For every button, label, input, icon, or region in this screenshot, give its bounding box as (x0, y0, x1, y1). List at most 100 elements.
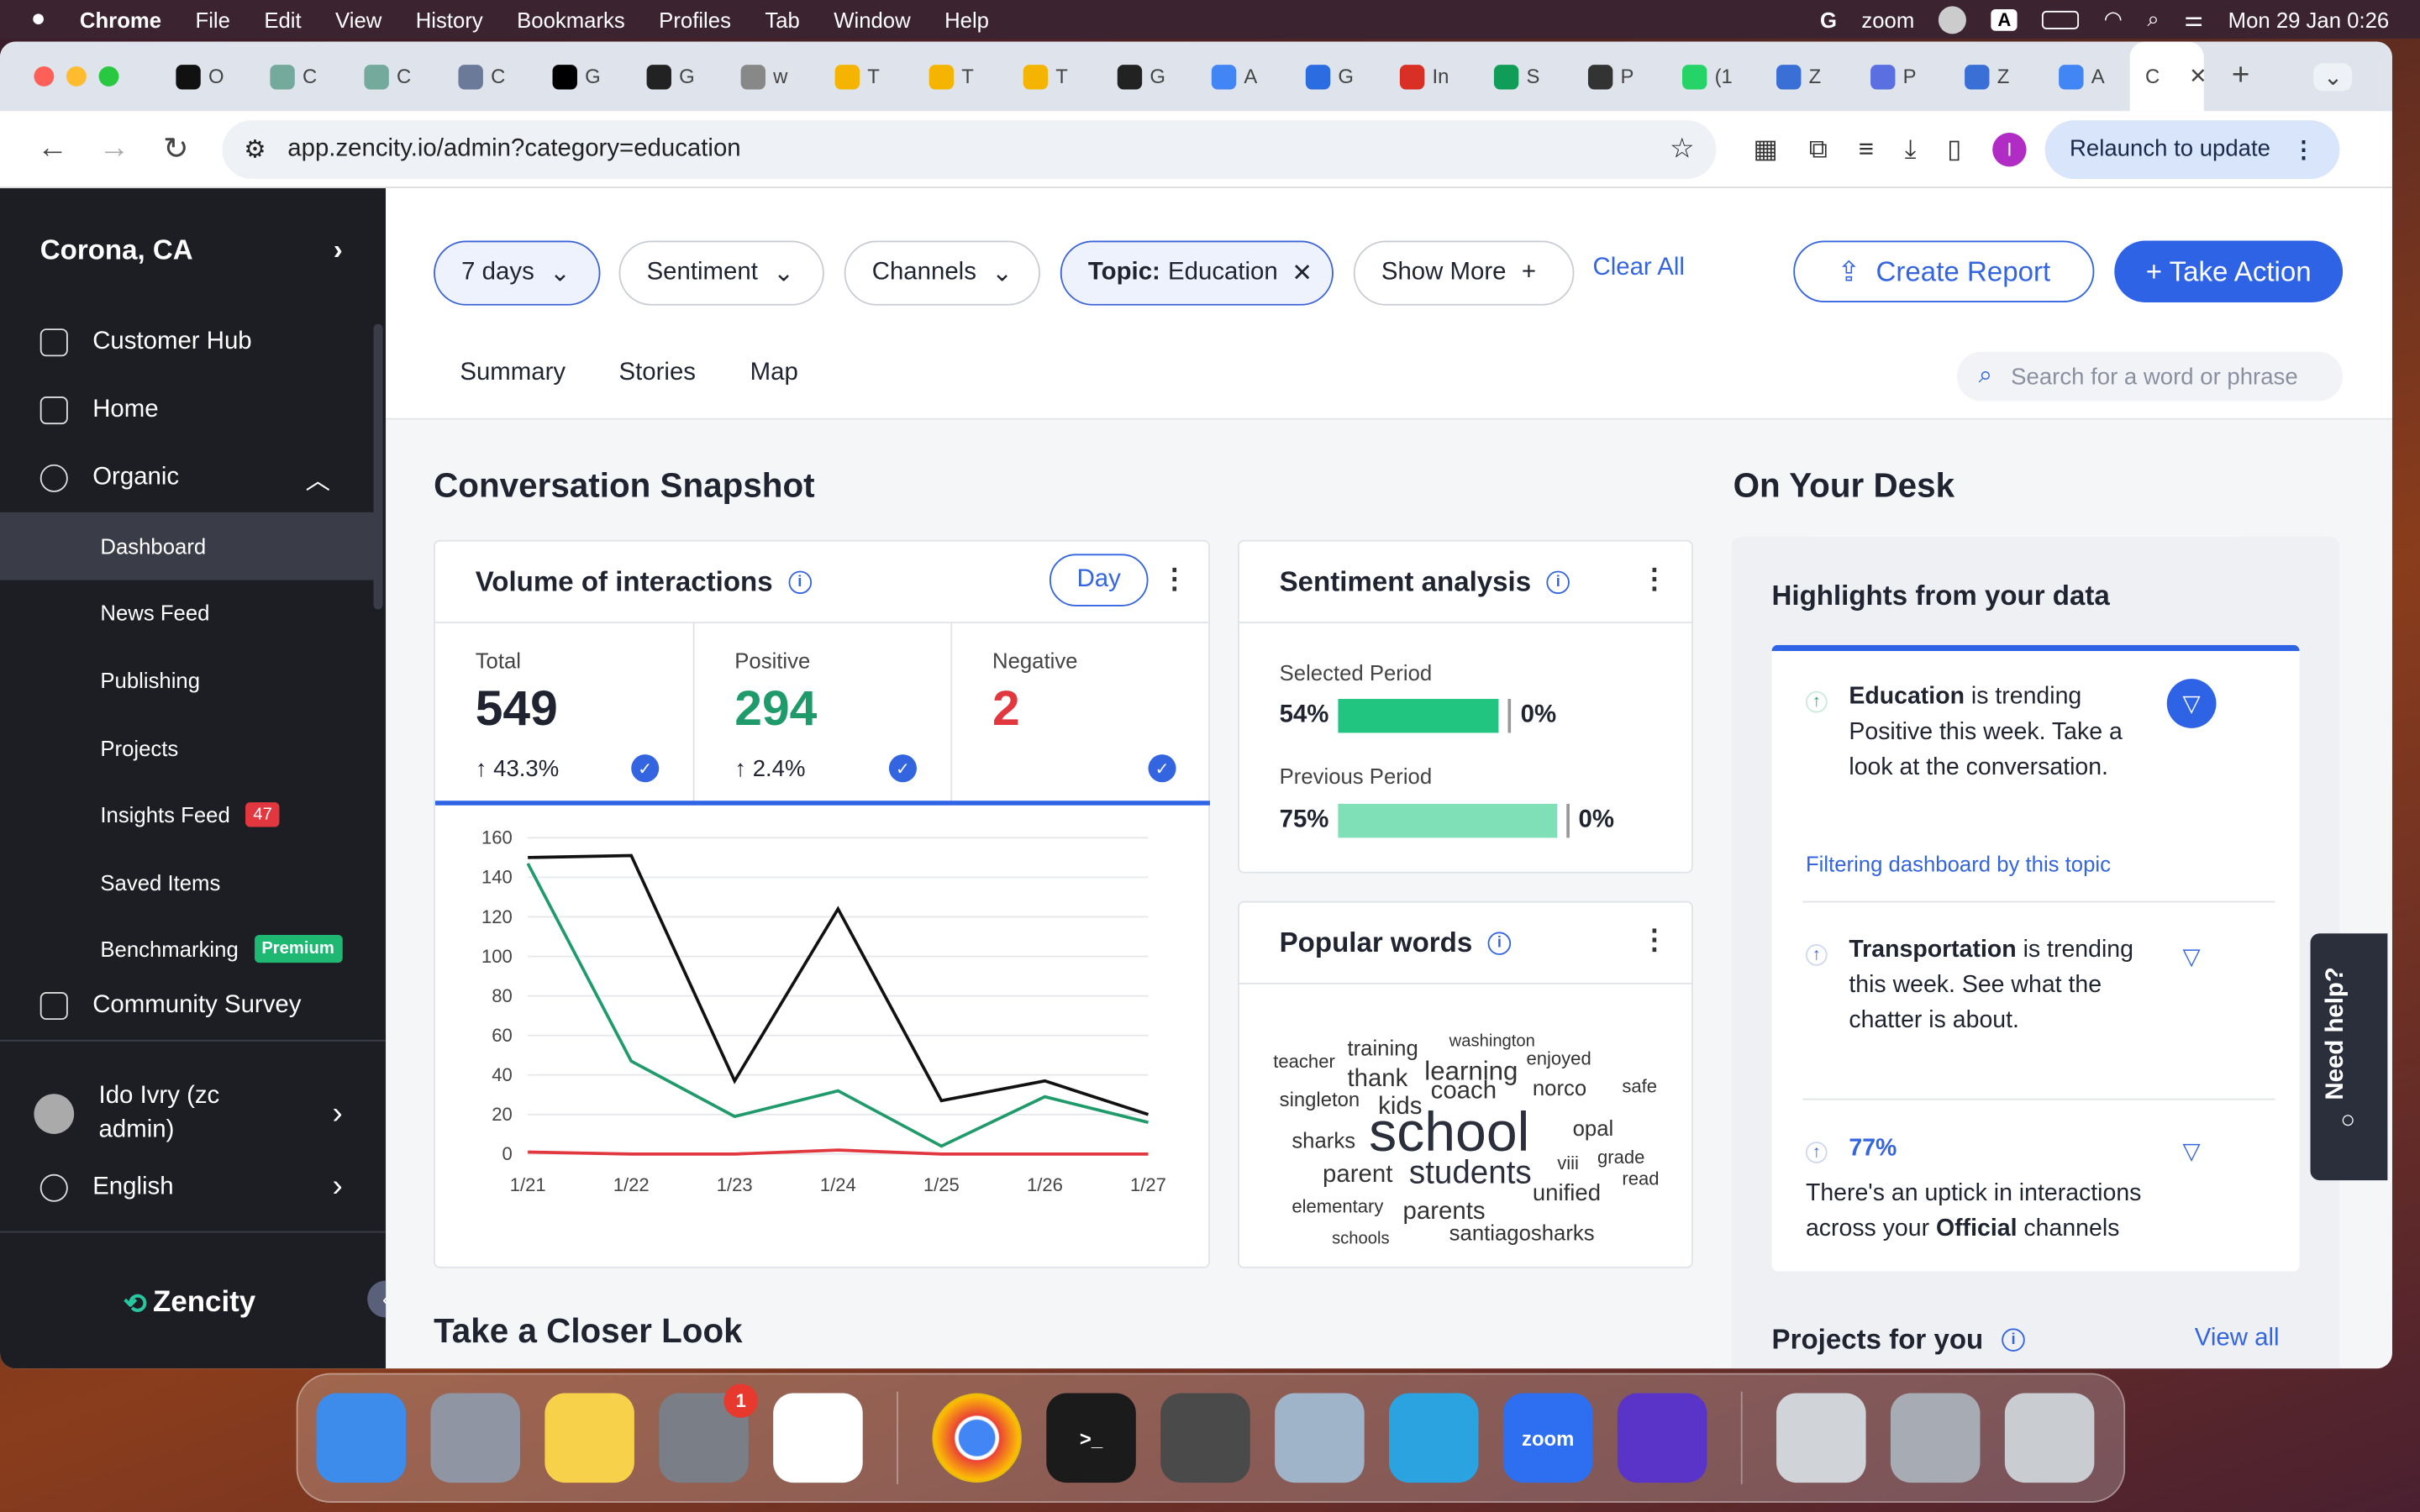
create-report-button[interactable]: ⇪ Create Report (1793, 240, 2095, 302)
sidebar-item-community-survey[interactable]: Community Survey (0, 983, 386, 1029)
word-cloud-word[interactable]: viii (1557, 1152, 1579, 1174)
menu-history[interactable]: History (416, 7, 483, 31)
back-button[interactable]: ← (22, 131, 83, 166)
browser-tab[interactable]: T (834, 42, 881, 112)
extension-icon[interactable]: ▦ (1753, 134, 1778, 165)
sidebar-item-insights-feed[interactable]: Insights Feed 47 (0, 781, 386, 848)
word-cloud-word[interactable]: washington (1449, 1032, 1535, 1051)
sidebar-item-benchmarking[interactable]: Benchmarking Premium (0, 916, 386, 983)
browser-tab[interactable]: S (1493, 42, 1540, 112)
check-icon[interactable]: ✓ (631, 754, 660, 783)
wifi-icon[interactable]: ◠ (2104, 6, 2123, 32)
disk-utility-icon[interactable] (1776, 1393, 1866, 1483)
screenshot-icon[interactable] (1890, 1393, 1981, 1483)
zoom-window-button[interactable] (98, 66, 119, 87)
menu-bookmarks[interactable]: Bookmarks (517, 7, 625, 31)
notification-status-icon[interactable] (1939, 5, 1967, 34)
menu-app-name[interactable]: Chrome (80, 7, 161, 31)
menu-help[interactable]: Help (944, 7, 989, 31)
clear-all-link[interactable]: Clear All (1592, 255, 1684, 282)
word-cloud-word[interactable]: elementary (1292, 1195, 1383, 1217)
tab-stories[interactable]: Stories (619, 360, 696, 387)
reload-button[interactable]: ↻ (145, 129, 207, 168)
word-cloud-word[interactable]: read (1622, 1168, 1659, 1189)
take-action-button[interactable]: + Take Action (2114, 240, 2344, 302)
profile-avatar[interactable]: I (1992, 132, 2027, 166)
sidebar-item-news-feed[interactable]: News Feed (0, 580, 386, 647)
info-icon[interactable]: i (1487, 932, 1512, 955)
check-icon[interactable]: ✓ (888, 754, 917, 783)
browser-tab[interactable]: (1 (1682, 42, 1733, 112)
browser-tab[interactable]: In (1399, 42, 1449, 112)
browser-tab[interactable]: T (1023, 42, 1070, 112)
browser-tab[interactable]: A (1211, 42, 1258, 112)
need-help-button[interactable]: Need help? ○ (2310, 933, 2388, 1181)
launchpad-icon[interactable] (430, 1393, 520, 1483)
control-center-icon[interactable]: ⚌ (2184, 6, 2203, 32)
city-selector[interactable]: Corona, CA › (0, 188, 386, 267)
notes-icon[interactable] (544, 1393, 634, 1483)
browser-tab[interactable]: G (646, 42, 695, 112)
menu-view[interactable]: View (335, 7, 381, 31)
menu-profiles[interactable]: Profiles (659, 7, 731, 31)
word-cloud-word[interactable]: singleton (1280, 1088, 1360, 1111)
filter-icon[interactable]: ▽ (2167, 932, 2217, 981)
grammarly-icon[interactable] (1617, 1393, 1707, 1483)
url-text[interactable]: app.zencity.io/admin?category=education (287, 135, 740, 163)
word-cloud-word[interactable]: norco (1533, 1075, 1586, 1100)
word-cloud-word[interactable]: parent (1323, 1162, 1392, 1189)
word-cloud-word[interactable]: schools (1332, 1230, 1390, 1248)
bookmark-star-icon[interactable]: ☆ (1670, 133, 1695, 165)
check-icon[interactable]: ✓ (1148, 754, 1176, 783)
sublime-icon[interactable] (1160, 1393, 1250, 1483)
view-all-link[interactable]: View all (2195, 1326, 2280, 1353)
tab-search-button[interactable]: ⌄ (2313, 62, 2353, 91)
browser-tab[interactable]: w (740, 42, 787, 112)
selected-period-row[interactable]: 54% 0% (1280, 699, 1556, 733)
tab-summary[interactable]: Summary (460, 360, 566, 387)
chrome-icon[interactable] (932, 1393, 1022, 1483)
browser-tab[interactable]: O (176, 42, 224, 112)
info-icon[interactable]: i (1546, 570, 1570, 595)
sidebar-item-publishing[interactable]: Publishing (0, 647, 386, 714)
menu-tab[interactable]: Tab (765, 7, 799, 31)
browser-tab[interactable]: T (929, 42, 976, 112)
sidebar-item-customer-hub[interactable]: Customer Hub (0, 308, 386, 376)
word-cloud-word[interactable]: enjoyed (1526, 1047, 1591, 1069)
close-tab-icon[interactable]: ✕ (2189, 63, 2207, 89)
previous-period-row[interactable]: 75% 0% (1280, 803, 1614, 838)
user-menu[interactable]: Ido Ivry (zc admin) › (34, 1080, 343, 1148)
spotlight-icon[interactable]: ⌕ (2147, 6, 2159, 32)
browser-tab[interactable]: C (458, 42, 505, 112)
finder-icon[interactable] (316, 1393, 407, 1483)
sentiment-filter[interactable]: Sentiment ⌄ (618, 240, 824, 306)
browser-tab[interactable]: P (1587, 42, 1634, 112)
browser-tab[interactable]: C (270, 42, 317, 112)
kebab-menu-icon[interactable]: ⋮ (1640, 924, 1668, 957)
media-controls-icon[interactable]: ≡ (1859, 134, 1874, 165)
search-input[interactable]: ⌕ Search for a word or phrase (1956, 351, 2344, 402)
sidebar-item-dashboard[interactable]: Dashboard (0, 512, 374, 580)
word-cloud-word[interactable]: santiagosharks (1449, 1221, 1595, 1245)
word-cloud-word[interactable]: safe (1622, 1075, 1657, 1097)
word-cloud-word[interactable]: unified (1533, 1180, 1601, 1206)
browser-tab[interactable]: G (1117, 42, 1165, 112)
downloads-icon[interactable]: ⤓ (1905, 134, 1917, 165)
minimize-window-button[interactable] (66, 66, 87, 87)
info-icon[interactable]: i (2002, 1328, 2025, 1352)
filter-icon[interactable]: ▽ (2166, 679, 2217, 728)
close-icon[interactable]: ✕ (1292, 258, 1313, 289)
zoom-app-icon[interactable]: zoom (1502, 1393, 1593, 1483)
day-toggle[interactable]: Day (1049, 554, 1149, 606)
site-info-icon[interactable]: ⚙ (244, 134, 266, 165)
new-tab-button[interactable]: + (2232, 59, 2249, 94)
info-icon[interactable]: i (788, 570, 812, 595)
menu-edit[interactable]: Edit (264, 7, 301, 31)
word-cloud-word[interactable]: teacher (1273, 1051, 1335, 1073)
tab-map[interactable]: Map (750, 360, 798, 387)
battery-icon[interactable] (2042, 9, 2080, 29)
sidebar-item-home[interactable]: Home (0, 376, 386, 444)
channels-filter[interactable]: Channels ⌄ (844, 240, 1040, 306)
sidebar-item-saved-items[interactable]: Saved Items (0, 848, 386, 916)
filter-by-topic-link[interactable]: Filtering dashboard by this topic (1806, 852, 2111, 876)
